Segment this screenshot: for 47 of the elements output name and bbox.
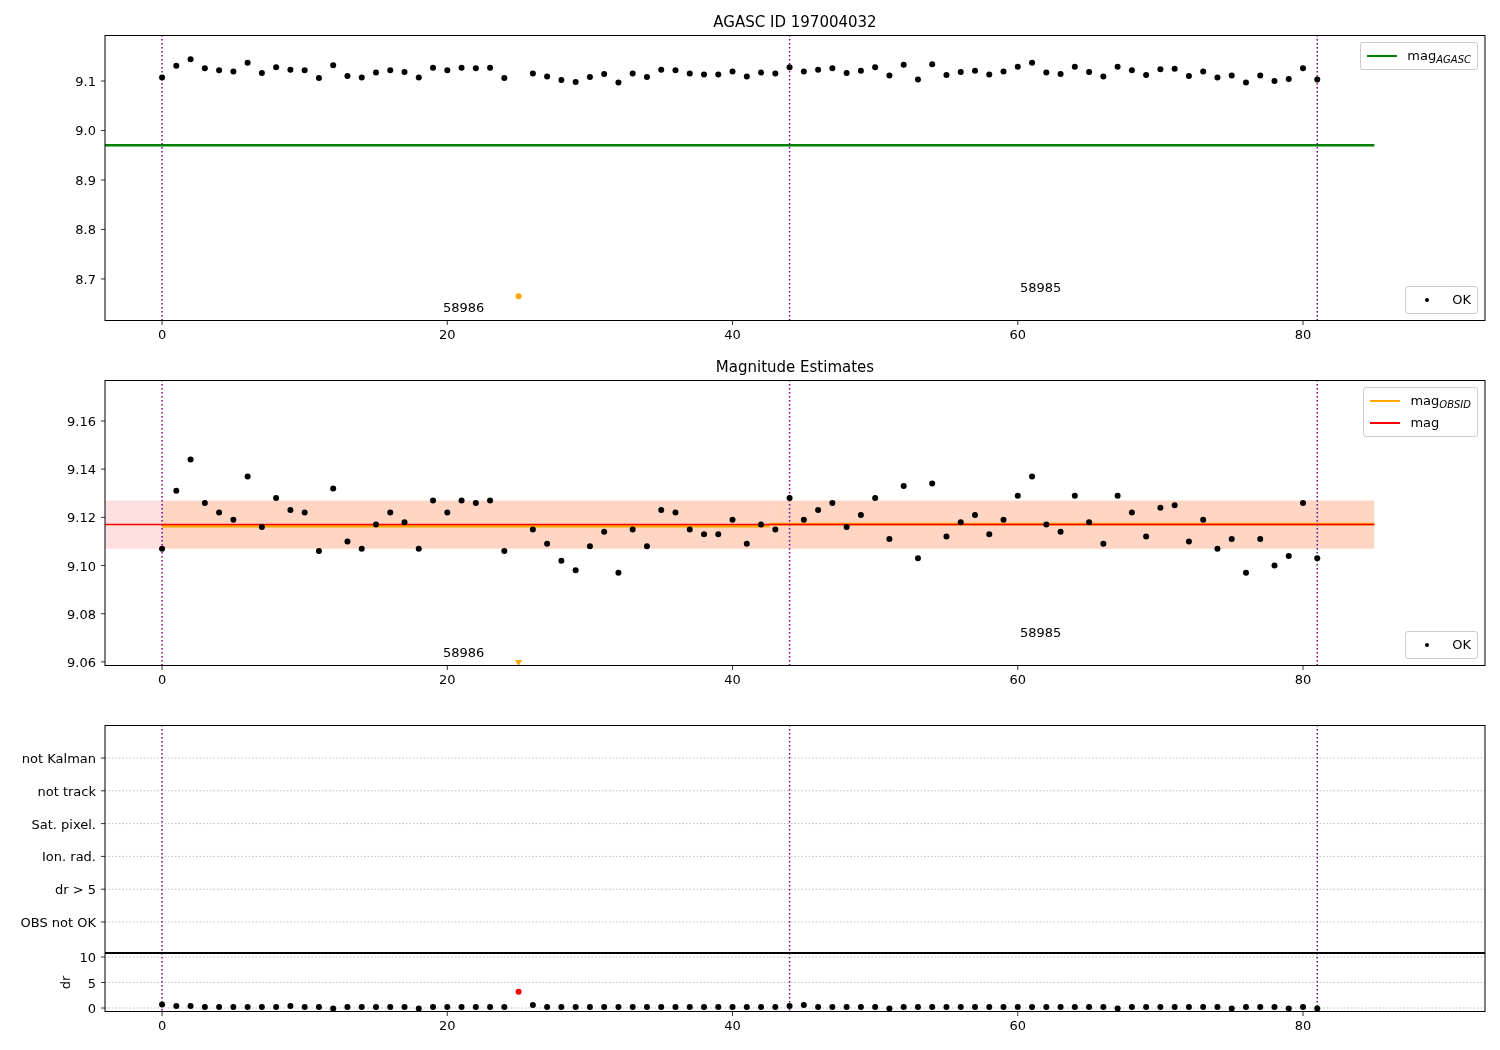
- tick-label: 0: [157, 1018, 167, 1033]
- legend-label: mag$_{AGASC}$: [1407, 48, 1471, 64]
- tick-label: 60: [1009, 1018, 1027, 1033]
- tick-label: 20: [439, 1018, 456, 1033]
- tick-label: 0: [87, 1001, 96, 1016]
- chart-title: AGASC ID 197004032: [713, 13, 877, 31]
- tick-label: 9.1: [75, 74, 96, 89]
- tick-label: 40: [724, 327, 741, 342]
- tick-label: 10: [79, 953, 96, 965]
- tick-label: 9.0: [75, 123, 96, 139]
- annotation-label: 58986: [443, 645, 485, 660]
- tick-label: 80: [1294, 327, 1312, 342]
- tick-label: 9.12: [67, 510, 96, 526]
- tick-label: 8.8: [75, 222, 96, 238]
- tick-label: 40: [724, 1018, 741, 1033]
- legend-label: mag: [1410, 415, 1440, 431]
- legend-label: mag$_{OBSID}$: [1410, 393, 1471, 409]
- tick-label: 80: [1294, 1018, 1312, 1033]
- tick-label: 60: [1009, 327, 1027, 342]
- tick-label: 0: [157, 327, 167, 342]
- category-label: not track: [37, 783, 96, 799]
- axis-title: dr: [58, 975, 73, 990]
- tick-label: 20: [439, 327, 456, 342]
- tick-label: 9.16: [67, 413, 96, 429]
- annotation-label: 58985: [1020, 280, 1062, 295]
- legend-label: OK: [1452, 292, 1471, 308]
- category-label: not Kalman: [21, 751, 96, 766]
- tick-label: 5: [87, 975, 96, 991]
- tick-label: 80: [1294, 672, 1312, 687]
- category-label: OBS not OK: [20, 915, 96, 930]
- tick-label: 40: [724, 672, 741, 687]
- legend-label: OK: [1452, 637, 1471, 653]
- tick-label: 20: [439, 672, 456, 687]
- tick-label: 9.06: [67, 654, 96, 670]
- category-label: dr > 5: [54, 882, 96, 898]
- tick-label: 0: [157, 672, 167, 687]
- tick-label: 60: [1009, 672, 1027, 687]
- tick-label: 9.10: [67, 558, 96, 574]
- chart-title: Magnitude Estimates: [715, 358, 875, 376]
- tick-label: 9.14: [67, 462, 96, 478]
- annotation-label: 58985: [1020, 625, 1062, 640]
- annotation-label: 58986: [443, 300, 485, 315]
- category-label: Sat. pixel.: [31, 816, 96, 832]
- category-label: Ion. rad.: [42, 849, 96, 865]
- tick-label: 8.9: [75, 173, 96, 188]
- tick-label: 9.08: [67, 606, 96, 622]
- tick-label: 8.7: [75, 271, 96, 287]
